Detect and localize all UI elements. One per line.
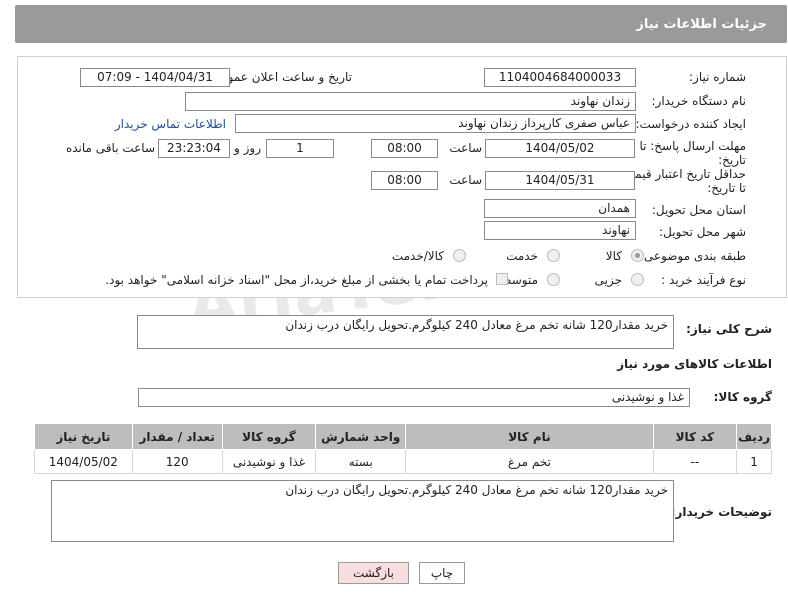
delivery-province-label: استان محل تحویل: xyxy=(651,203,746,217)
price-validity-date-field: 1404/05/31 xyxy=(485,171,635,190)
reply-deadline-days-field: 1 xyxy=(266,139,334,158)
goods-section-title: اطلاعات کالاهای مورد نیاز xyxy=(617,357,772,371)
buyer-org-field: زندان نهاوند xyxy=(185,92,636,111)
col-quantity: تعداد / مقدار xyxy=(131,423,223,450)
price-validity-time-label: ساعت xyxy=(449,173,482,187)
col-group: گروه کالا xyxy=(221,423,317,450)
cell-group: غذا و نوشیدنی xyxy=(221,449,317,474)
reply-deadline-label-line2: تاریخ: xyxy=(718,153,746,167)
buyer-notes-text: خرید مقدار120 شانه تخم مرغ معادل 240 کیل… xyxy=(285,483,668,497)
buyer-notes-textarea: خرید مقدار120 شانه تخم مرغ معادل 240 کیل… xyxy=(51,480,674,542)
back-button[interactable]: بازگشت xyxy=(338,562,409,584)
delivery-city-label: شهر محل تحویل: xyxy=(659,225,746,239)
category-option-goods: کالا xyxy=(605,249,622,263)
reply-deadline-label-line1: مهلت ارسال پاسخ: تا xyxy=(639,139,746,153)
summary-textarea: خرید مقدار120 شانه تخم مرغ معادل 240 کیل… xyxy=(137,315,674,349)
cell-code: -- xyxy=(652,449,738,474)
print-button[interactable]: چاپ xyxy=(419,562,465,584)
reply-deadline-time-field: 08:00 xyxy=(371,139,438,158)
price-validity-label-line1: حداقل تاریخ اعتبار قیمت: xyxy=(619,167,746,181)
table-row: 1 -- تخم مرغ بسته غذا و نوشیدنی 120 1404… xyxy=(34,449,772,474)
reply-deadline-days-label: روز و xyxy=(234,141,261,155)
treasury-payment-checkbox[interactable] xyxy=(496,273,508,285)
price-validity-label-line2: تا تاریخ: xyxy=(707,181,746,195)
goods-group-label: گروه کالا: xyxy=(713,390,772,404)
announce-datetime-field: 1404/04/31 - 07:09 xyxy=(80,68,230,87)
col-unit: واحد شمارش xyxy=(315,423,407,450)
remaining-time-field: 23:23:04 xyxy=(158,139,230,158)
treasury-payment-note: پرداخت تمام یا بخشی از مبلغ خرید،از محل … xyxy=(105,273,488,287)
price-validity-time-field: 08:00 xyxy=(371,171,438,190)
need-number-field: 1104004684000033 xyxy=(484,68,636,87)
goods-table: ردیف کد کالا نام کالا واحد شمارش گروه کا… xyxy=(34,423,772,474)
page-title: جزئیات اطلاعات نیاز xyxy=(636,16,767,32)
category-radio-goods[interactable] xyxy=(631,249,644,262)
summary-text: خرید مقدار120 شانه تخم مرغ معادل 240 کیل… xyxy=(285,318,668,332)
reply-deadline-time-label: ساعت xyxy=(449,141,482,155)
cell-quantity: 120 xyxy=(131,449,223,474)
cell-date: 1404/05/02 xyxy=(34,449,133,474)
goods-table-header: ردیف کد کالا نام کالا واحد شمارش گروه کا… xyxy=(34,423,772,450)
col-date: تاریخ نیاز xyxy=(34,423,133,450)
category-option-service: خدمت xyxy=(506,249,538,263)
buyer-notes-label: توضیحات خریدار: xyxy=(670,505,772,519)
need-number-label: شماره نیاز: xyxy=(689,70,746,84)
process-radio-minor[interactable] xyxy=(631,273,644,286)
category-radio-service[interactable] xyxy=(547,249,560,262)
summary-label: شرح کلی نیاز: xyxy=(686,322,772,336)
reply-deadline-date-field: 1404/05/02 xyxy=(485,139,635,158)
cell-unit: بسته xyxy=(315,449,407,474)
buyer-org-label: نام دستگاه خریدار: xyxy=(651,94,747,108)
remaining-time-label: ساعت باقی مانده xyxy=(65,141,155,155)
category-option-goods-service: کالا/خدمت xyxy=(391,249,444,263)
process-option-minor: جزیی xyxy=(594,273,622,287)
col-row: ردیف xyxy=(736,423,772,450)
buyer-contact-link[interactable]: اطلاعات تماس خریدار xyxy=(115,117,226,131)
purchase-process-label: نوع فرآیند خرید : xyxy=(661,273,746,287)
delivery-province-field: همدان xyxy=(484,199,636,218)
requester-label: ایجاد کننده درخواست: xyxy=(635,117,746,131)
col-name: نام کالا xyxy=(405,423,654,450)
cell-name: تخم مرغ xyxy=(405,449,654,474)
cell-row: 1 xyxy=(736,449,772,474)
category-radio-goods-service[interactable] xyxy=(453,249,466,262)
delivery-city-field: نهاوند xyxy=(484,221,636,240)
category-label: طبقه بندی موضوعی: xyxy=(639,249,746,263)
process-radio-medium[interactable] xyxy=(547,273,560,286)
goods-group-field: غذا و نوشیدنی xyxy=(138,388,690,407)
page-header: جزئیات اطلاعات نیاز xyxy=(15,5,787,43)
col-code: کد کالا xyxy=(652,423,738,450)
requester-field: عباس صفری کارپرداز زندان نهاوند xyxy=(235,114,636,133)
